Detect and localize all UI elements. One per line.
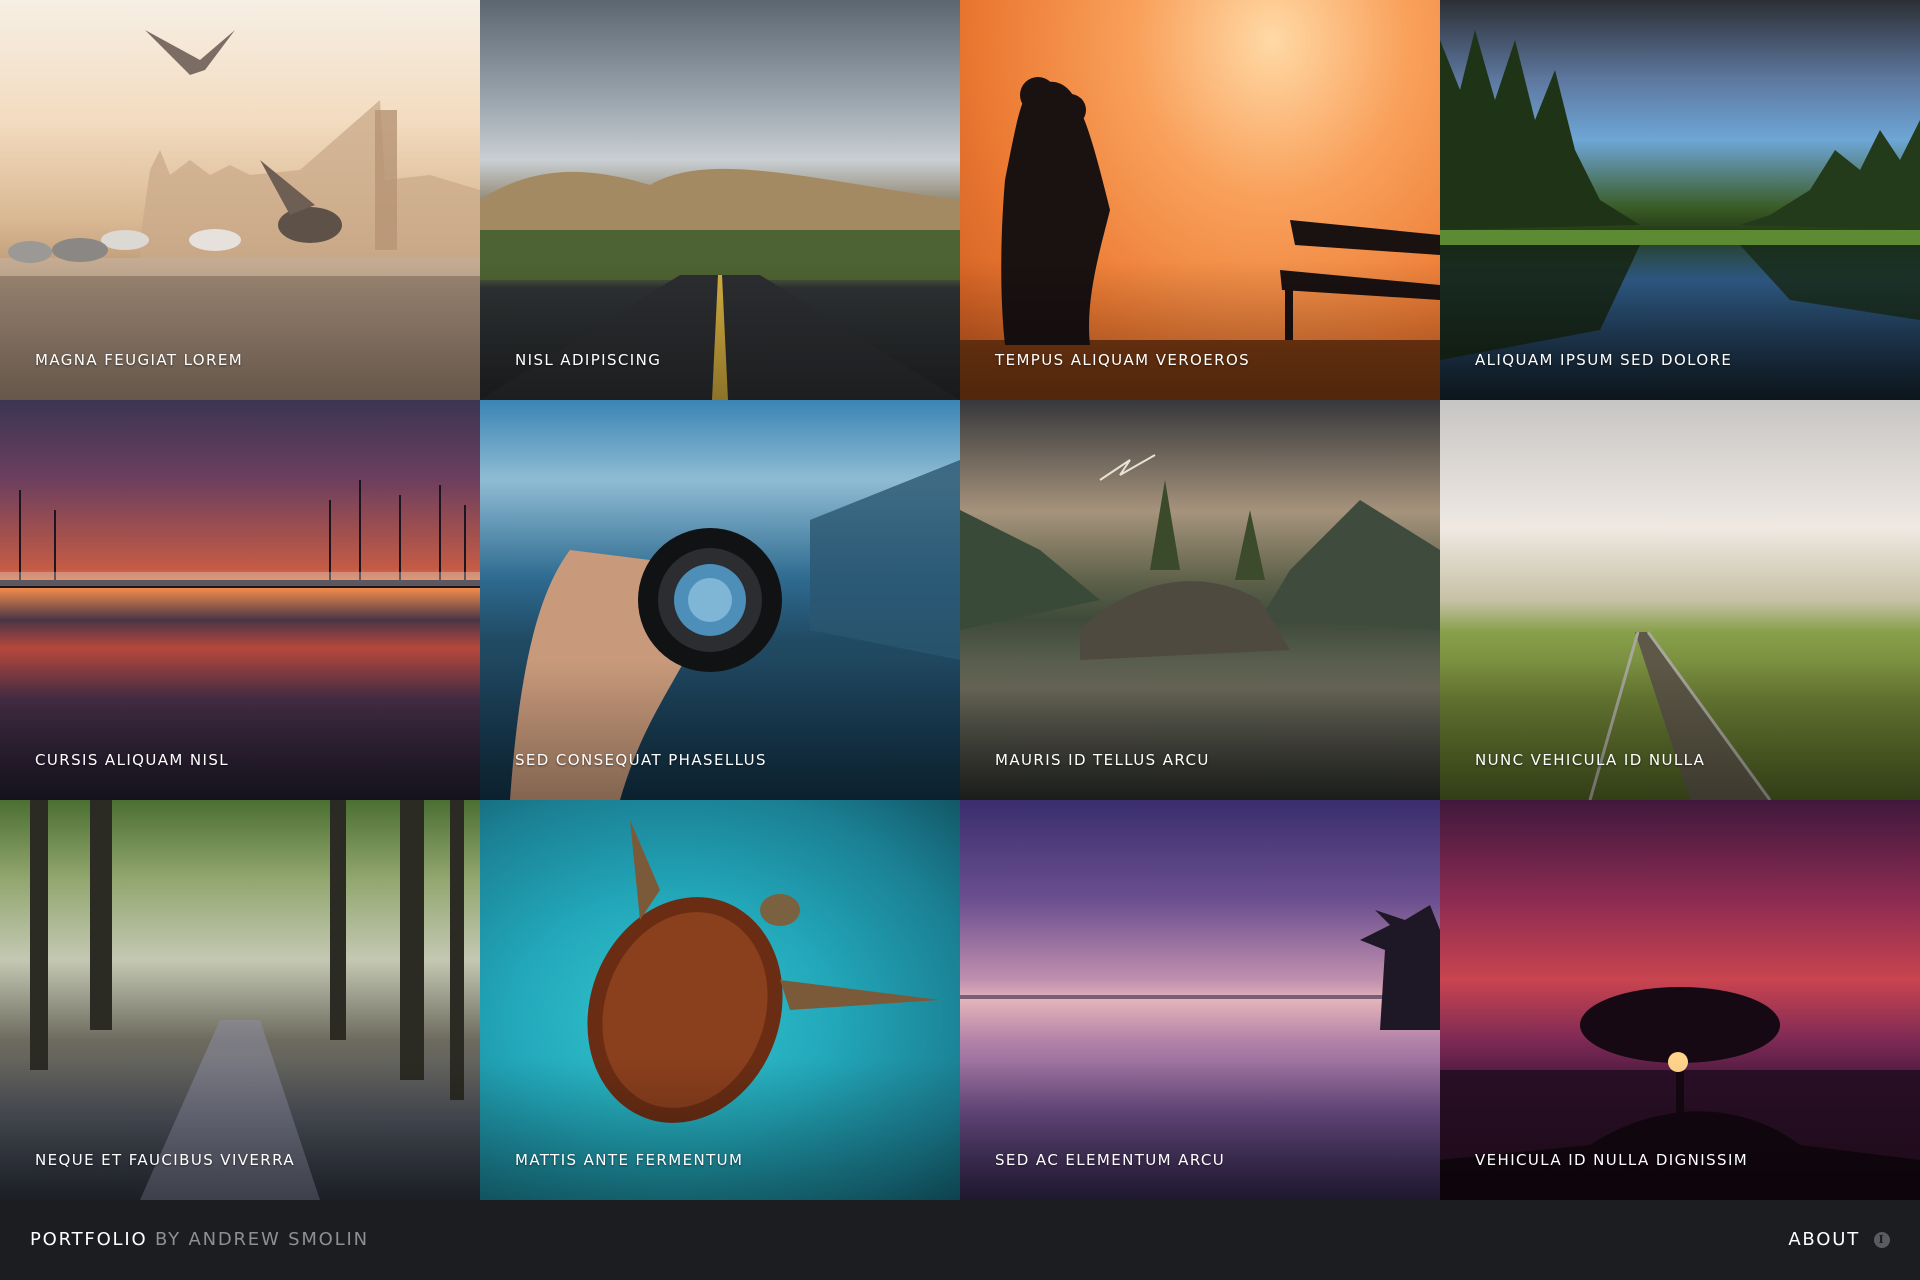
gallery-item-caption: Sed consequat phasellus [515,751,767,769]
site-brand[interactable]: Portfolio by Andrew Smolin [30,1229,369,1250]
gallery-item[interactable]: Mauris id tellus arcu [960,400,1440,800]
gallery-item-caption: Nisl adipiscing [515,351,662,369]
gallery-grid: Magna feugiat lorem Nisl adipiscing Temp… [0,0,1920,1200]
info-icon: i [1874,1231,1890,1248]
footer-bar: Portfolio by Andrew Smolin About i [0,1200,1920,1280]
gallery-item-caption: Mattis ante fermentum [515,1151,744,1169]
gallery-item-caption: Nunc vehicula id nulla [1475,751,1706,769]
gallery-item[interactable]: Nunc vehicula id nulla [1440,400,1920,800]
gallery-item[interactable]: Vehicula id nulla dignissim [1440,800,1920,1200]
gallery-item-caption: Tempus aliquam veroeros [995,351,1251,369]
gallery-item[interactable]: Sed consequat phasellus [480,400,960,800]
gallery-item[interactable]: Sed ac elementum arcu [960,800,1440,1200]
gallery-item-caption: Cursis aliquam nisl [35,751,230,769]
gallery-item[interactable]: Neque et faucibus viverra [0,800,480,1200]
gallery-item[interactable]: Aliquam ipsum sed dolore [1440,0,1920,400]
gallery-item-caption: Neque et faucibus viverra [35,1151,296,1169]
gallery-item[interactable]: Cursis aliquam nisl [0,400,480,800]
about-link[interactable]: About i [1788,1229,1890,1250]
gallery-item-caption: Aliquam ipsum sed dolore [1475,351,1733,369]
brand-byline: by Andrew Smolin [154,1229,369,1250]
gallery-item-caption: Vehicula id nulla dignissim [1475,1151,1749,1169]
gallery-item-caption: Sed ac elementum arcu [995,1151,1226,1169]
gallery-item[interactable]: Magna feugiat lorem [0,0,480,400]
gallery-item[interactable]: Tempus aliquam veroeros [960,0,1440,400]
gallery-item[interactable]: Nisl adipiscing [480,0,960,400]
brand-title: Portfolio [30,1229,148,1250]
gallery-item[interactable]: Mattis ante fermentum [480,800,960,1200]
gallery-item-caption: Mauris id tellus arcu [995,751,1210,769]
gallery-item-caption: Magna feugiat lorem [35,351,244,369]
about-label: About [1788,1229,1860,1250]
